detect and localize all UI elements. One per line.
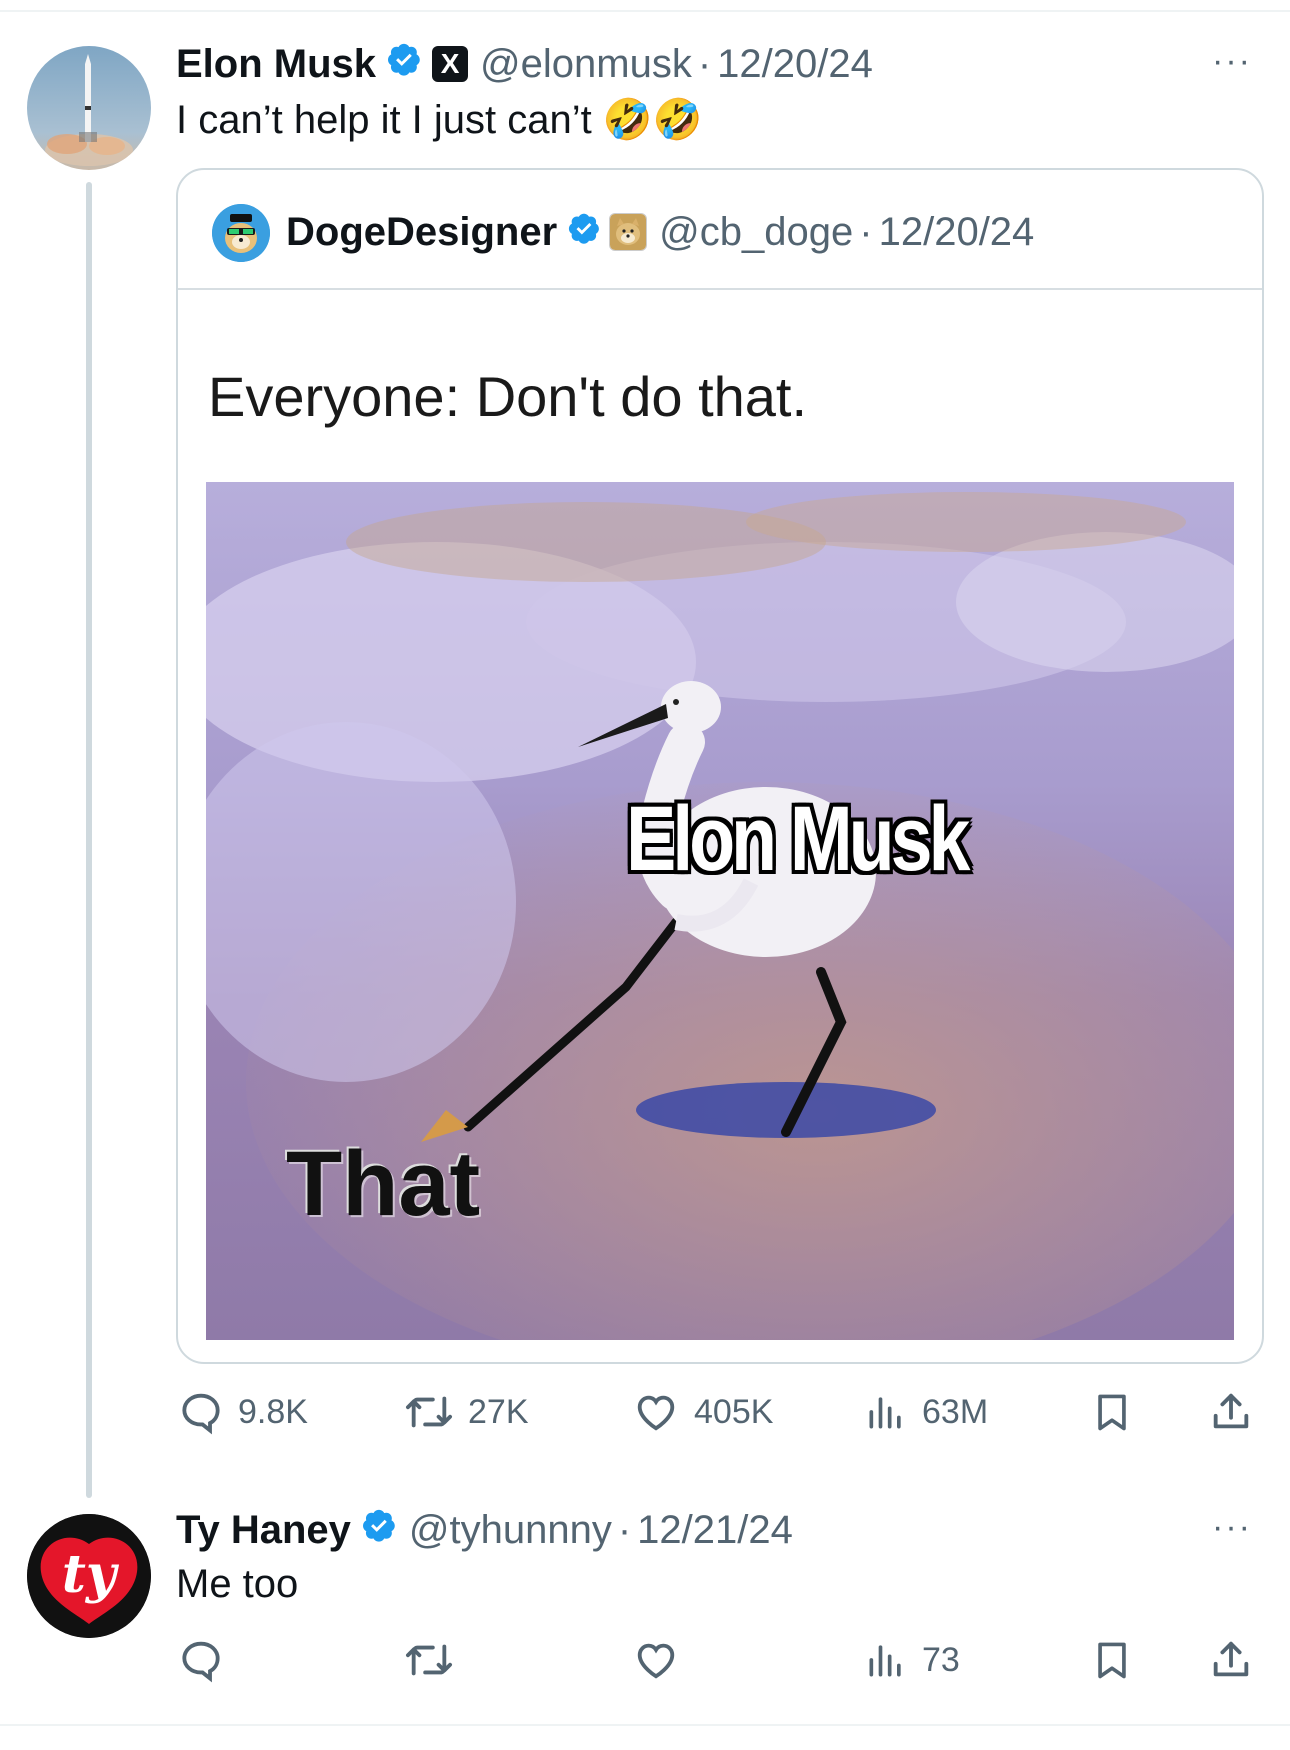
quoted-post-date[interactable]: 12/20/24 [879, 210, 1035, 255]
views-count: 63M [922, 1392, 989, 1431]
like-button[interactable]: 405K [632, 1382, 773, 1442]
reply-post-actions: 73 [176, 1630, 1266, 1690]
repost-button[interactable] [404, 1630, 454, 1690]
separator-dot: · [697, 41, 712, 86]
main-post-header: Elon Musk X @elonmusk · 12/20/24 [176, 38, 873, 90]
author-handle[interactable]: @elonmusk [480, 42, 692, 87]
reply-post-header: Ty Haney @tyhunnny · 12/21/24 [176, 1504, 793, 1556]
ty-haney-avatar[interactable]: ty [27, 1514, 151, 1638]
reply-count: 9.8K [238, 1392, 308, 1431]
bar-chart-icon [864, 1389, 908, 1435]
post-date[interactable]: 12/20/24 [717, 42, 873, 87]
quoted-author-handle[interactable]: @cb_doge [659, 210, 853, 255]
meme-label-elon-musk: Elon Musk [626, 788, 970, 890]
bar-chart-icon [864, 1637, 908, 1683]
post-text: I can’t help it I just can’t 🤣🤣 [176, 98, 703, 142]
bookmark-button[interactable] [1090, 1382, 1134, 1442]
quoted-post-card[interactable]: DogeDesigner @cb_doge · 12/20/24 Everyon… [176, 168, 1264, 1364]
separator-dot: · [617, 1507, 632, 1552]
repost-arrows-icon [404, 1637, 454, 1683]
meme-image[interactable]: Elon Musk That [206, 482, 1234, 1340]
views-button[interactable]: 73 [864, 1630, 960, 1690]
bookmark-icon [1090, 1637, 1134, 1683]
top-divider [0, 10, 1290, 12]
bookmark-icon [1090, 1389, 1134, 1435]
verified-badge-icon [567, 210, 601, 255]
verified-badge-icon [361, 1507, 397, 1553]
more-options-button[interactable]: ··· [1212, 42, 1252, 81]
main-post-actions: 9.8K 27K 405K 63M [176, 1382, 1266, 1442]
repost-arrows-icon [404, 1389, 454, 1435]
x-affiliate-badge: X [432, 46, 469, 82]
more-options-button[interactable]: ··· [1212, 1508, 1252, 1547]
repost-button[interactable]: 27K [404, 1382, 529, 1442]
views-button[interactable]: 63M [864, 1382, 988, 1442]
reply-button[interactable]: 9.8K [178, 1382, 308, 1442]
doge-affiliate-icon [609, 213, 648, 251]
speech-bubble-icon [178, 1389, 224, 1435]
share-upload-icon [1208, 1637, 1254, 1683]
bottom-divider [0, 1724, 1290, 1726]
elon-musk-avatar[interactable] [27, 46, 151, 170]
thread-connector-line [86, 182, 92, 1498]
views-count: 73 [922, 1640, 960, 1679]
reply-text: Me too [176, 1562, 299, 1606]
like-button[interactable] [632, 1630, 680, 1690]
reply-button[interactable] [178, 1630, 224, 1690]
author-name[interactable]: Elon Musk [176, 42, 376, 87]
share-button[interactable] [1208, 1382, 1254, 1442]
like-count: 405K [694, 1392, 774, 1431]
reply-author-handle[interactable]: @tyhunnny [409, 1508, 612, 1553]
quoted-author-name[interactable]: DogeDesigner [286, 210, 557, 255]
separator-dot: · [859, 209, 873, 254]
heart-icon [632, 1637, 680, 1683]
quoted-post-header: DogeDesigner @cb_doge · 12/20/24 [286, 206, 1034, 258]
bookmark-button[interactable] [1090, 1630, 1134, 1690]
dogedesigner-avatar[interactable] [212, 204, 270, 262]
repost-count: 27K [468, 1392, 529, 1431]
verified-badge-icon [386, 41, 422, 87]
speech-bubble-icon [178, 1637, 224, 1683]
meme-caption: Everyone: Don't do that. [208, 365, 808, 428]
reply-post-date[interactable]: 12/21/24 [637, 1508, 793, 1553]
reply-author-name[interactable]: Ty Haney [176, 1508, 351, 1553]
heart-icon [632, 1389, 680, 1435]
share-button[interactable] [1208, 1630, 1254, 1690]
meme-label-that: That [286, 1133, 481, 1235]
quoted-post-divider [178, 288, 1262, 290]
share-upload-icon [1208, 1389, 1254, 1435]
ty-logo-text: ty [62, 1544, 120, 1605]
